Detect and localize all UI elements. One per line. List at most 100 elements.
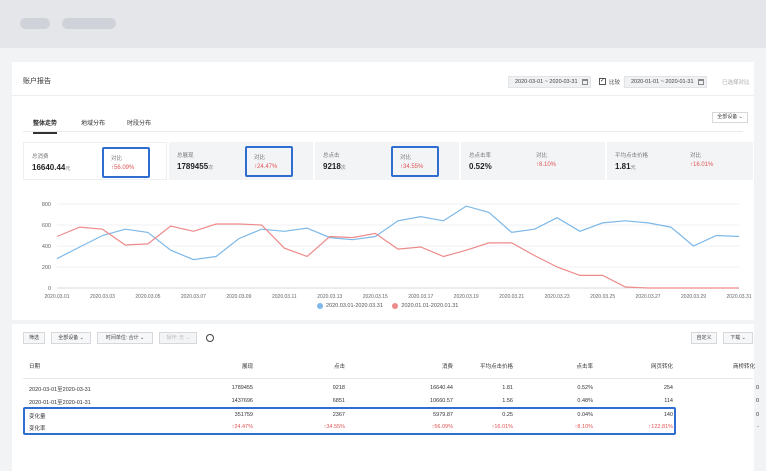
compare-label: 对比 <box>690 153 702 159</box>
metric-label: 平均点击价格 <box>615 153 649 159</box>
report-card: 账户报告 2020-03-01 ~ 2020-03-31 ✓ 比较 2020-0… <box>12 62 759 471</box>
x-tick-label: 2020.03.27 <box>636 294 661 300</box>
legend-dot <box>317 302 323 309</box>
action-label: 操作: 无 <box>166 335 185 341</box>
metric-value: 1789455次 <box>177 162 213 171</box>
metric-compare-box: 对比 ↑8.10% <box>529 146 577 177</box>
y-tick-label: 400 <box>42 244 51 250</box>
compare-value: ↑8.10% <box>536 162 557 168</box>
compare-value: ↑34.55% <box>400 164 424 170</box>
table-row: 2020-03-01至2020-03-31 1789455 9218 16640… <box>23 383 759 395</box>
primary-date-range: 2020-03-01 ~ 2020-03-31 <box>515 79 578 85</box>
compare-label: 对比 <box>254 155 266 161</box>
primary-date-picker[interactable]: 2020-03-01 ~ 2020-03-31 <box>508 76 591 88</box>
cell-web-conversion: 254 <box>663 385 673 391</box>
time-unit-dropdown[interactable]: 时间单位: 合计 ⌄ <box>97 332 153 344</box>
y-tick-label: 200 <box>42 265 51 271</box>
metric-number: 1789455 <box>177 162 209 171</box>
page-title: 账户报告 <box>23 78 51 85</box>
cell-date: 2020-01-01至2020-01-31 <box>29 400 91 406</box>
metric-unit: 元 <box>630 165 636 171</box>
metric-value: 1.81元 <box>615 162 636 171</box>
placeholder-nav-item[interactable] <box>62 18 116 29</box>
compare-label: 对比 <box>111 156 123 162</box>
trend-line-chart: 0 200 400 600 800 2020.03.01 2020.03.03 2020.03… <box>42 202 752 300</box>
chevron-down-icon: ⌄ <box>738 114 743 120</box>
metric-label: 总展现 <box>177 153 194 159</box>
compare-percent: 56.09% <box>114 165 135 171</box>
compare-value: ↑24.47% <box>254 164 278 170</box>
y-tick-label: 600 <box>42 223 51 229</box>
cell-avg-cpc: 1.56 <box>502 398 513 404</box>
metric-compare-box: 对比 ↑24.47% <box>245 146 293 177</box>
col-header-clicks[interactable]: 点击 <box>305 362 345 370</box>
metric-avg-cpc[interactable]: 平均点击价格 1.81元 对比 ↑16.01% <box>607 142 753 180</box>
compare-percent: 24.47% <box>257 164 278 170</box>
compare-percent: 8.10% <box>539 162 557 168</box>
filter-button[interactable]: 筛选 <box>23 332 45 344</box>
metric-number: 1.81 <box>615 162 631 171</box>
cell-impressions: 1437696 <box>231 398 253 404</box>
legend-item[interactable]: 2020.01.01-2020.01.31 <box>392 302 458 310</box>
x-tick-label: 2020.03.21 <box>499 294 524 300</box>
compare-percent: 34.55% <box>403 164 424 170</box>
tab-overall-trend[interactable]: 整体走势 <box>33 118 58 134</box>
metric-value: 9218次 <box>323 162 346 171</box>
customize-columns-button[interactable]: 自定义 <box>691 332 717 344</box>
chevron-down-icon: ⌄ <box>741 335 746 341</box>
time-unit-label: 时间单位: 合计 <box>105 335 139 341</box>
cell-bridge-conversion: 0 <box>755 385 759 391</box>
col-header-spend[interactable]: 消费 <box>393 362 453 370</box>
col-header-impressions[interactable]: 展现 <box>213 362 253 370</box>
chevron-down-icon: ⌄ <box>185 335 190 341</box>
col-header-web-conversion[interactable]: 网页转化 <box>613 362 673 370</box>
col-header-avg-cpc[interactable]: 平均点击价格 <box>453 362 513 370</box>
legend-dot <box>392 302 399 309</box>
compare-date-picker[interactable]: 2020-01-01 ~ 2020-01-31 <box>624 76 707 88</box>
metric-unit: 元 <box>65 166 71 172</box>
compare-status-link[interactable]: 已选择对比 <box>722 78 750 86</box>
metric-number: 0.52% <box>469 162 492 171</box>
x-tick-label: 2020.03.07 <box>181 294 206 300</box>
download-dropdown[interactable]: 下载 ⌄ <box>723 332 753 344</box>
calendar-icon <box>698 79 704 85</box>
tab-region[interactable]: 地域分布 <box>81 118 105 127</box>
metric-compare-box: 对比 ↑34.55% <box>391 146 439 177</box>
x-tick-label: 2020.03.31 <box>726 294 751 300</box>
x-tick-label: 2020.03.23 <box>545 294 570 300</box>
cell-ctr: 0.52% <box>577 385 593 391</box>
device-filter-dropdown[interactable]: 全部设备 ⌄ <box>51 332 91 344</box>
x-tick-label: 2020.03.29 <box>681 294 706 300</box>
x-tick-label: 2020.03.11 <box>272 294 297 300</box>
device-dropdown[interactable]: 全部设备 ⌄ <box>712 112 748 123</box>
x-tick-label: 2020.03.01 <box>44 294 69 300</box>
metric-unit: 次 <box>208 165 214 171</box>
metrics-strip: 总消费 16640.44元 对比 ↑56.09% 总展现 1789455次 对比… <box>23 142 753 180</box>
metric-label: 总消费 <box>32 154 49 160</box>
compare-value: ↑16.01% <box>690 162 714 168</box>
cell-bridge-conversion: 0 <box>755 398 759 404</box>
report-tabs: 整体走势 地域分布 时段分布 <box>23 114 743 134</box>
col-header-date[interactable]: 日期 <box>29 362 40 370</box>
cell-clicks: 6851 <box>332 398 345 404</box>
settings-icon[interactable] <box>206 334 214 342</box>
action-dropdown[interactable]: 操作: 无 ⌄ <box>159 332 197 344</box>
compare-label: 对比 <box>536 153 548 159</box>
metric-ctr[interactable]: 总点击率 0.52% 对比 ↑8.10% <box>461 142 605 180</box>
metric-compare-box: 对比 ↑16.01% <box>683 146 731 177</box>
placeholder-nav-item[interactable] <box>20 18 50 29</box>
change-rows-highlight <box>23 407 676 435</box>
compare-checkbox[interactable]: ✓ <box>599 78 606 85</box>
series-line <box>56 223 739 289</box>
legend-label: 2020.03.01-2020.03.31 <box>326 303 383 309</box>
col-header-bridge-conversion[interactable]: 商桥转化 <box>695 362 755 370</box>
metric-total-spend[interactable]: 总消费 16640.44元 对比 ↑56.09% <box>23 142 167 180</box>
metric-total-clicks[interactable]: 总点击 9218次 对比 ↑34.55% <box>315 142 459 180</box>
metric-label: 总点击率 <box>469 153 492 159</box>
col-header-ctr[interactable]: 点击率 <box>533 362 593 370</box>
legend-item[interactable]: 2020.03.01-2020.03.31 <box>317 302 383 310</box>
device-dropdown-label: 全部设备 <box>717 114 738 120</box>
y-tick-label: 800 <box>42 202 51 208</box>
tab-time-period[interactable]: 时段分布 <box>127 118 151 127</box>
metric-total-impressions[interactable]: 总展现 1789455次 对比 ↑24.47% <box>169 142 313 180</box>
